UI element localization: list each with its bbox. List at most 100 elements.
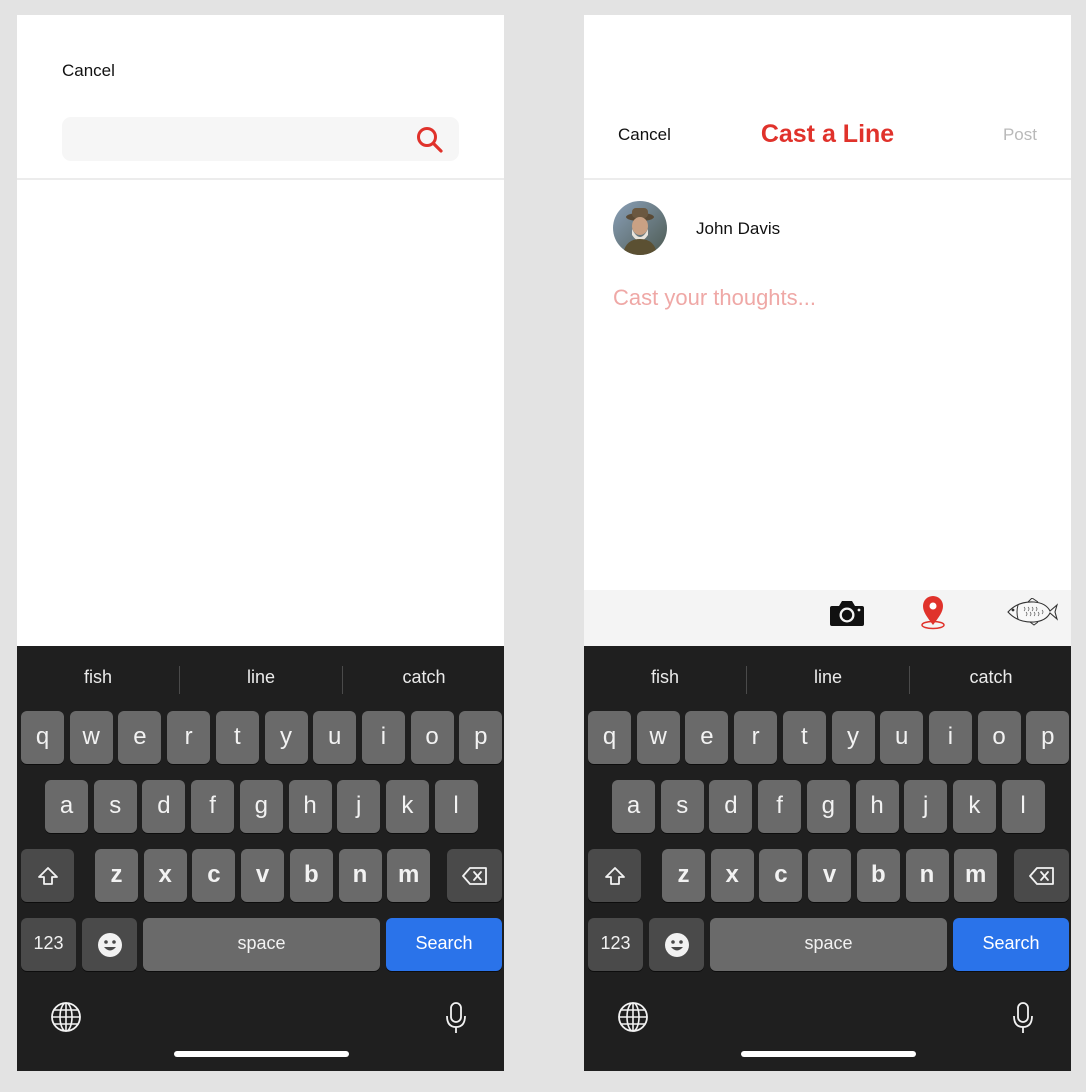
key-d[interactable]: d (142, 780, 186, 833)
search-input[interactable] (62, 117, 402, 161)
globe-icon[interactable] (617, 1001, 649, 1033)
key-z[interactable]: z (662, 849, 705, 902)
key-t[interactable]: t (215, 711, 259, 764)
key-c[interactable]: c (759, 849, 803, 902)
key-w[interactable]: w (69, 711, 113, 764)
key-n[interactable]: n (338, 849, 382, 902)
shift-key[interactable] (21, 849, 74, 902)
key-n[interactable]: n (905, 849, 949, 902)
shift-icon (604, 866, 625, 885)
key-x[interactable]: x (710, 849, 754, 902)
key-o[interactable]: o (410, 711, 454, 764)
key-u[interactable]: u (313, 711, 357, 764)
backspace-icon (1028, 866, 1054, 885)
key-e[interactable]: e (685, 711, 729, 764)
key-p[interactable]: p (1026, 711, 1070, 764)
suggestion-bar: fish line catch (17, 662, 504, 694)
key-s[interactable]: s (93, 780, 137, 833)
key-c[interactable]: c (192, 849, 236, 902)
key-d[interactable]: d (709, 780, 753, 833)
key-e[interactable]: e (118, 711, 162, 764)
search-key[interactable]: Search (386, 918, 502, 971)
search-key[interactable]: Search (953, 918, 1069, 971)
key-l[interactable]: l (434, 780, 478, 833)
search-icon[interactable] (415, 125, 445, 155)
key-y[interactable]: y (264, 711, 308, 764)
search-screen: Cancel fish line catch q w e r t y u i o p a s d f g h j k l z… (17, 15, 504, 1071)
suggestion-item[interactable]: line (180, 662, 342, 694)
globe-icon[interactable] (50, 1001, 82, 1033)
key-a[interactable]: a (612, 780, 655, 833)
numbers-key[interactable]: 123 (21, 918, 76, 971)
space-key[interactable]: space (143, 918, 380, 971)
emoji-icon (664, 932, 689, 957)
post-button[interactable]: Post (1003, 125, 1037, 145)
backspace-icon (461, 866, 487, 885)
microphone-icon[interactable] (1011, 1001, 1035, 1035)
key-h[interactable]: h (855, 780, 899, 833)
home-indicator (741, 1051, 916, 1057)
avatar[interactable] (613, 201, 667, 255)
key-u[interactable]: u (880, 711, 924, 764)
key-f[interactable]: f (758, 780, 802, 833)
key-r[interactable]: r (167, 711, 211, 764)
key-v[interactable]: v (808, 849, 852, 902)
key-q[interactable]: q (21, 711, 64, 764)
header-divider (17, 178, 504, 180)
key-f[interactable]: f (191, 780, 235, 833)
key-m[interactable]: m (954, 849, 998, 902)
key-j[interactable]: j (337, 780, 381, 833)
suggestion-item[interactable]: catch (343, 662, 504, 694)
key-i[interactable]: i (928, 711, 972, 764)
key-l[interactable]: l (1001, 780, 1045, 833)
key-g[interactable]: g (806, 780, 850, 833)
backspace-key[interactable] (447, 849, 502, 902)
search-bar (62, 117, 459, 161)
emoji-key[interactable] (82, 918, 137, 971)
keyboard: fish line catch q w e r t y u i o p a s d f g h j k l z x c v b n m 1… (17, 646, 504, 1071)
key-b[interactable]: b (289, 849, 333, 902)
compose-input[interactable] (613, 285, 1043, 575)
key-b[interactable]: b (856, 849, 900, 902)
space-key[interactable]: space (710, 918, 947, 971)
emoji-key[interactable] (649, 918, 704, 971)
suggestion-item[interactable]: fish (584, 662, 746, 694)
key-g[interactable]: g (239, 780, 283, 833)
key-m[interactable]: m (387, 849, 431, 902)
microphone-icon[interactable] (444, 1001, 468, 1035)
key-a[interactable]: a (45, 780, 88, 833)
suggestion-item[interactable]: fish (17, 662, 179, 694)
key-v[interactable]: v (241, 849, 285, 902)
key-p[interactable]: p (459, 711, 503, 764)
key-w[interactable]: w (636, 711, 680, 764)
key-h[interactable]: h (288, 780, 332, 833)
numbers-key[interactable]: 123 (588, 918, 643, 971)
key-k[interactable]: k (385, 780, 429, 833)
suggestion-item[interactable]: catch (910, 662, 1071, 694)
suggestion-divider (909, 666, 910, 694)
key-i[interactable]: i (361, 711, 405, 764)
key-o[interactable]: o (977, 711, 1021, 764)
shift-icon (37, 866, 58, 885)
camera-icon[interactable] (829, 599, 865, 627)
key-j[interactable]: j (904, 780, 948, 833)
key-s[interactable]: s (660, 780, 704, 833)
header-divider (584, 178, 1071, 180)
attachment-toolbar (584, 590, 1071, 646)
key-r[interactable]: r (734, 711, 778, 764)
emoji-icon (97, 932, 122, 957)
key-t[interactable]: t (782, 711, 826, 764)
key-y[interactable]: y (831, 711, 875, 764)
key-q[interactable]: q (588, 711, 631, 764)
cancel-button[interactable]: Cancel (62, 61, 115, 81)
key-x[interactable]: x (143, 849, 187, 902)
cancel-button[interactable]: Cancel (618, 125, 671, 145)
key-z[interactable]: z (95, 849, 138, 902)
fish-icon[interactable] (1004, 598, 1058, 626)
suggestion-item[interactable]: line (747, 662, 909, 694)
backspace-key[interactable] (1014, 849, 1069, 902)
location-pin-icon[interactable] (920, 594, 946, 630)
key-k[interactable]: k (952, 780, 996, 833)
compose-screen: Cancel Cast a Line Post John Davis Cast … (584, 15, 1071, 1071)
shift-key[interactable] (588, 849, 641, 902)
